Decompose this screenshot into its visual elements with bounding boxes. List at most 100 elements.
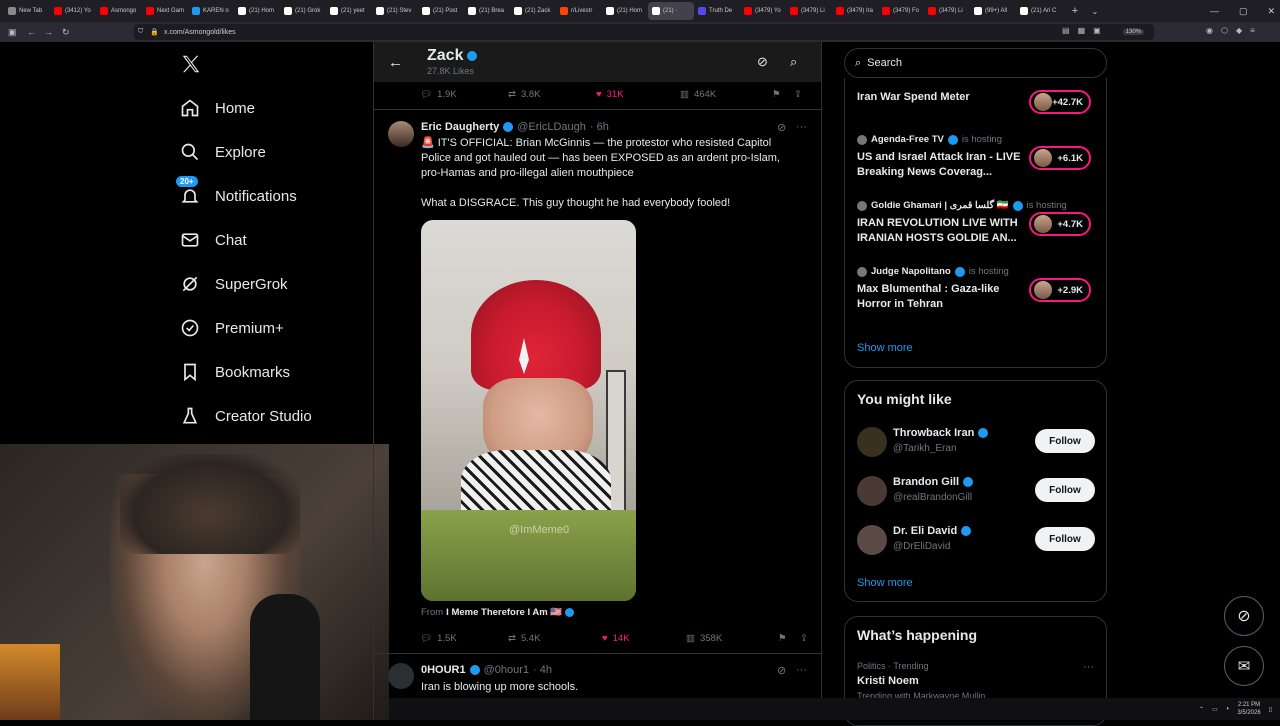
reload-icon[interactable]: ↻ [62, 27, 70, 38]
browser-tab[interactable]: (3479) Fo [878, 2, 924, 20]
browser-tab[interactable]: (3479) Ira [832, 2, 878, 20]
show-more-link[interactable]: Show more [857, 577, 913, 589]
follow-button[interactable]: Follow [1035, 429, 1095, 453]
extensions-icon[interactable]: ⬡ [1221, 26, 1228, 35]
menu-icon[interactable]: ≡ [1250, 26, 1255, 35]
live-listener-count[interactable]: +2.9K [1029, 278, 1091, 302]
tray-chevron-icon[interactable]: ⌃ [1199, 706, 1204, 713]
views-button[interactable]: ▥ 358K [686, 633, 778, 644]
sidebar-item-explore[interactable]: Explore [176, 130, 372, 174]
trend-topic[interactable]: Kristi Noem [857, 675, 919, 687]
back-icon[interactable]: ← [27, 27, 36, 37]
browser-tab[interactable]: (21) Hom [602, 2, 648, 20]
avatar[interactable] [388, 121, 414, 147]
like-button[interactable]: ♥ 14K [602, 633, 686, 644]
x-logo[interactable] [176, 42, 372, 86]
clock[interactable]: 2:21 PM 3/5/2026 [1237, 701, 1260, 717]
avatar[interactable] [388, 663, 414, 689]
live-item[interactable]: Goldie Ghamari | گلسا قمری 🇮🇷 is hosting I… [857, 200, 1097, 260]
pip-icon[interactable]: ▣ [1093, 26, 1101, 35]
more-options-icon[interactable]: ··· [1083, 661, 1094, 673]
browser-tab[interactable]: Next Gam [142, 2, 188, 20]
search-icon[interactable]: ⌕ [790, 54, 797, 70]
more-options-icon[interactable]: ··· [796, 121, 807, 133]
grok-icon[interactable]: ⊘ [757, 54, 768, 70]
browser-tab[interactable]: Asmongo [96, 2, 142, 20]
follow-suggestion[interactable]: Throwback Iran @Tarikh_Eran Follow [857, 425, 1097, 461]
follow-suggestion[interactable]: Brandon Gill @realBrandonGill Follow [857, 474, 1097, 510]
bookmark-button[interactable]: ⚑ [772, 89, 794, 100]
zoom-level[interactable]: 130% [1122, 29, 1144, 35]
reply-button[interactable]: 💬︎ 1.5K [420, 633, 508, 644]
avatar[interactable] [857, 525, 887, 555]
follow-button[interactable]: Follow [1035, 527, 1095, 551]
screenshot-icon[interactable]: ▦ [1078, 26, 1086, 35]
sidebar-item-home[interactable]: Home [176, 86, 372, 130]
post-time[interactable]: · 4h [533, 664, 552, 676]
follow-button[interactable]: Follow [1035, 478, 1095, 502]
close-icon[interactable]: ✕ [1268, 6, 1276, 17]
repost-button[interactable]: ⇄ 5.4K [508, 633, 602, 644]
browser-tab[interactable]: (3479) Li [924, 2, 970, 20]
extension-icon[interactable]: ◆ [1236, 26, 1242, 35]
post-time[interactable]: · 6h [590, 121, 609, 133]
avatar[interactable] [857, 427, 887, 457]
grok-icon[interactable]: ⊘ [777, 664, 786, 677]
live-listener-count[interactable]: +42.7K [1029, 90, 1091, 114]
browser-tab[interactable]: New Tab [4, 2, 50, 20]
views-button[interactable]: ▥ 464K [680, 89, 772, 100]
browser-tab[interactable]: (21) yeet [326, 2, 372, 20]
post-video[interactable]: @ImMeme0 [421, 220, 636, 601]
live-listener-count[interactable]: +6.1K [1029, 146, 1091, 170]
sidebar-toggle-icon[interactable]: ▣ [8, 27, 17, 38]
browser-tab[interactable]: (99+) All [970, 2, 1016, 20]
browser-tab[interactable]: (21) · [648, 2, 694, 20]
repost-button[interactable]: ⇄ 3.8K [508, 89, 596, 100]
bookmark-button[interactable]: ⚑ [778, 633, 800, 644]
more-options-icon[interactable]: ··· [796, 664, 807, 676]
new-tab-button[interactable]: + [1068, 4, 1082, 18]
sidebar-item-supergrok[interactable]: SuperGrok [176, 262, 372, 306]
post-author-name[interactable]: Eric Daugherty [421, 121, 499, 133]
share-button[interactable]: ⇪ [800, 633, 808, 644]
browser-tab[interactable]: (21) Ari C [1016, 2, 1062, 20]
account-icon[interactable]: ◉ [1206, 26, 1213, 35]
browser-tab[interactable]: (3412) Yo [50, 2, 96, 20]
sidebar-item-chat[interactable]: Chat [176, 218, 372, 262]
live-item[interactable]: Agenda-Free TV is hosting US and Israel At… [857, 134, 1097, 194]
sidebar-item-creator-studio[interactable]: Creator Studio [176, 394, 372, 438]
forward-icon[interactable]: → [44, 27, 53, 37]
post-author-name[interactable]: 0HOUR1 [421, 664, 466, 676]
browser-tab[interactable]: r/Livestr [556, 2, 602, 20]
browser-tab[interactable]: KAREN o [188, 2, 234, 20]
show-more-link[interactable]: Show more [857, 342, 913, 354]
post-handle[interactable]: @EricLDaugh [517, 121, 586, 133]
source-name[interactable]: I Meme Therefore I Am 🇺🇸 [446, 607, 562, 618]
post-handle[interactable]: @0hour1 [484, 664, 529, 676]
back-arrow-icon[interactable]: ← [388, 54, 403, 71]
share-button[interactable]: ⇪ [794, 89, 802, 100]
live-listener-count[interactable]: +4.7K [1029, 212, 1091, 236]
reply-button[interactable]: 💬︎ 1.9K [420, 89, 508, 100]
grok-icon[interactable]: ⊘ [777, 121, 786, 134]
reader-icon[interactable]: ▤ [1062, 26, 1070, 35]
browser-tab[interactable]: (3479) Li [786, 2, 832, 20]
sidebar-item-premium[interactable]: Premium+ [176, 306, 372, 350]
live-item[interactable]: Judge Napolitano is hosting Max Blumenthal… [857, 266, 1097, 326]
browser-tab[interactable]: (21) Brea [464, 2, 510, 20]
sidebar-item-bookmarks[interactable]: Bookmarks [176, 350, 372, 394]
browser-tab[interactable]: (21) Grok [280, 2, 326, 20]
browser-tab[interactable]: (21) Post [418, 2, 464, 20]
maximize-icon[interactable]: ▢ [1239, 6, 1248, 17]
network-icon[interactable]: ▭ [1212, 706, 1218, 713]
messages-fab-button[interactable]: ✉ [1224, 646, 1264, 686]
sidebar-item-notifications[interactable]: 20+ Notifications [176, 174, 372, 218]
url-bar[interactable]: ⛉ 🔒 x.com/Asmongold/likes 130% [134, 24, 1154, 40]
like-button[interactable]: ♥ 31K [596, 89, 680, 100]
browser-tab[interactable]: (21) Zack [510, 2, 556, 20]
browser-tab[interactable]: (21) Hom [234, 2, 280, 20]
notification-center-icon[interactable]: ▯ [1269, 706, 1272, 713]
minimize-icon[interactable]: — [1210, 6, 1219, 16]
search-input[interactable]: ⌕ Search [844, 48, 1107, 78]
browser-tab[interactable]: (21) Stev [372, 2, 418, 20]
